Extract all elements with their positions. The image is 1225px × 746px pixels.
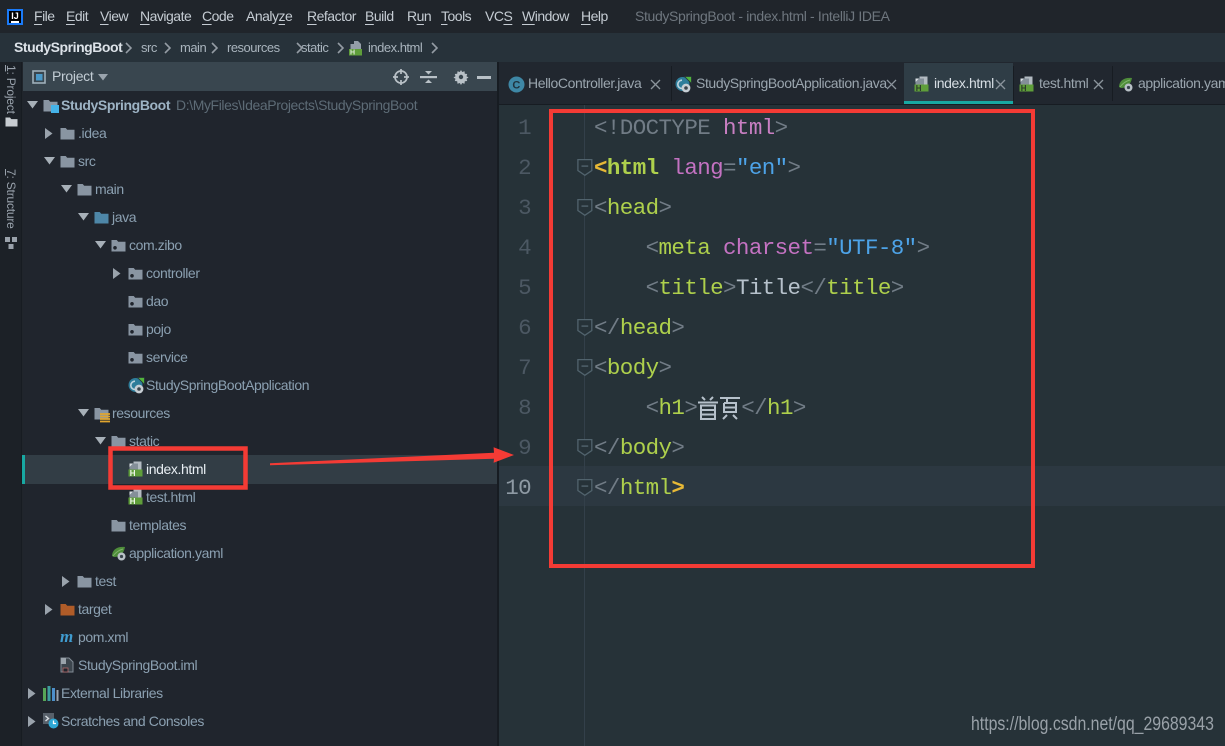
svg-text:H: H [1021,84,1027,92]
svg-text:H: H [130,497,136,505]
svg-text:H: H [916,84,922,92]
svg-text:H: H [350,50,355,56]
svg-text:C: C [512,80,520,92]
svg-text:H: H [130,469,136,477]
